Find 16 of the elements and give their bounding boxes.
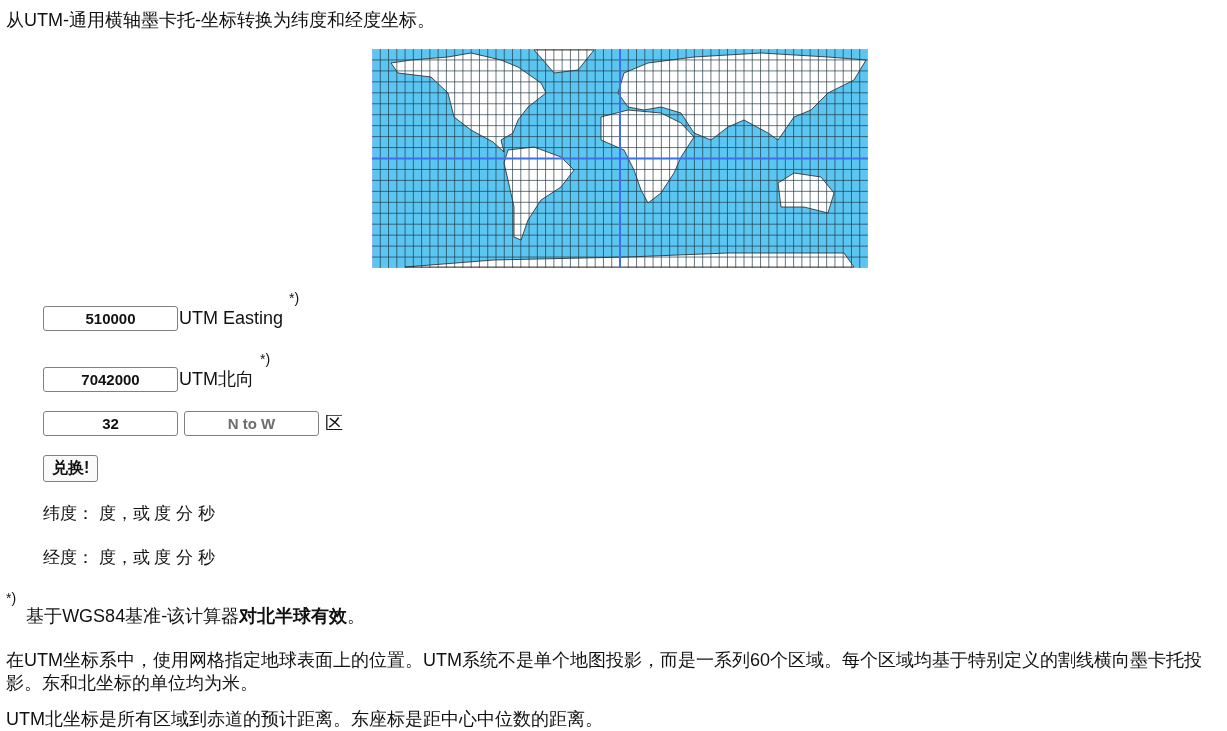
input-field[interactable]: 7042000 — [43, 367, 178, 392]
footnote-text: 基于WGS84基准-该计算器对北半球有效。 — [26, 605, 366, 626]
input-field[interactable]: 32 — [43, 411, 178, 436]
paragraph: 在UTM坐标系中，使用网格指定地球表面上的位置。UTM系统不是单个地图投影，而是一系列60个区域。每个区域均基于特别定义的割线横向墨卡托投影。东和北坐标的单位均为米。 — [6, 649, 1203, 695]
result-text: 纬度： 度，或 度 分 秒 — [43, 503, 215, 525]
field-label: UTM北向 — [179, 368, 254, 391]
paragraph: UTM北坐标是所有区域到赤道的预计距离。东座标是距中心中位数的距离。 — [6, 709, 604, 729]
convert-button[interactable]: 兑换! — [43, 455, 99, 482]
input-field[interactable]: 510000 — [43, 306, 178, 331]
result-text: 经度： 度，或 度 分 秒 — [43, 547, 215, 569]
footnote-mark: *) — [260, 351, 271, 367]
field-label: UTM Easting — [179, 307, 284, 330]
footnote-mark: *) — [289, 290, 300, 306]
field-label: 区 — [325, 412, 343, 435]
footnote-mark: *) — [6, 590, 17, 606]
page-title: 从UTM-通用横轴墨卡托-坐标转换为纬度和经度坐标。 — [6, 9, 435, 32]
